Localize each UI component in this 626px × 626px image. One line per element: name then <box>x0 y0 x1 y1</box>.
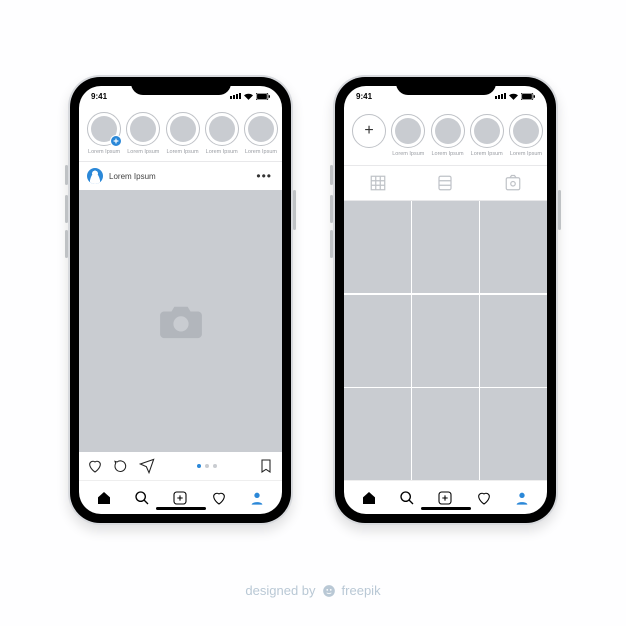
comment-icon[interactable] <box>113 458 129 474</box>
story-label: Lorem Ipsum <box>127 149 159 155</box>
story-item-self[interactable]: Lorem Ipsum <box>87 112 121 155</box>
signal-icon <box>495 93 506 99</box>
highlight-item[interactable]: Lorem Ipsum <box>391 114 425 157</box>
stories-row[interactable]: Lorem Ipsum Lorem Ipsum Lorem Ipsum Lore… <box>79 106 282 162</box>
highlight-label: Lorem Ipsum <box>471 151 503 157</box>
battery-icon <box>256 93 270 100</box>
device-notch <box>131 77 231 95</box>
grid-cell[interactable] <box>412 388 479 480</box>
bookmark-icon[interactable] <box>258 458 274 474</box>
add-story-badge[interactable] <box>110 135 122 147</box>
nav-add-icon[interactable] <box>437 490 453 506</box>
post-header: Lorem Ipsum ••• <box>79 162 282 190</box>
tab-feed-icon[interactable] <box>436 174 454 192</box>
story-item[interactable]: Lorem Ipsum <box>165 112 199 155</box>
post-author-avatar[interactable] <box>87 168 103 184</box>
tab-grid-icon[interactable] <box>369 174 387 192</box>
story-item[interactable]: Lorem Ipsum <box>244 112 278 155</box>
phone-profile: 9:41 + <box>333 75 558 525</box>
phone-feed: 9:41 <box>68 75 293 525</box>
nav-activity-icon[interactable] <box>476 490 492 506</box>
nav-home-icon[interactable] <box>96 490 112 506</box>
wifi-icon <box>244 93 253 100</box>
profile-tabs <box>344 166 547 201</box>
nav-add-icon[interactable] <box>172 490 188 506</box>
grid-cell[interactable] <box>344 201 411 293</box>
highlight-item[interactable]: Lorem Ipsum <box>509 114 543 157</box>
like-icon[interactable] <box>87 458 103 474</box>
battery-icon <box>521 93 535 100</box>
highlight-item[interactable]: Lorem Ipsum <box>470 114 504 157</box>
carousel-dots <box>165 464 248 468</box>
nav-home-icon[interactable] <box>361 490 377 506</box>
highlight-label: Lorem Ipsum <box>392 151 424 157</box>
credit-prefix: designed by <box>245 583 315 598</box>
post-author-name[interactable]: Lorem Ipsum <box>109 172 156 181</box>
share-icon[interactable] <box>139 458 155 474</box>
profile-grid <box>344 201 547 480</box>
post-more-button[interactable]: ••• <box>256 169 274 183</box>
story-label: Lorem Ipsum <box>166 149 198 155</box>
wifi-icon <box>509 93 518 100</box>
plus-icon: + <box>352 114 386 148</box>
credit-brand: freepik <box>342 583 381 598</box>
status-time: 9:41 <box>91 92 107 101</box>
grid-cell[interactable] <box>480 388 547 480</box>
camera-icon <box>158 302 204 340</box>
tab-tagged-icon[interactable] <box>504 174 522 192</box>
grid-cell[interactable] <box>344 295 411 387</box>
grid-cell[interactable] <box>480 295 547 387</box>
status-time: 9:41 <box>356 92 372 101</box>
grid-cell[interactable] <box>480 201 547 293</box>
nav-activity-icon[interactable] <box>211 490 227 506</box>
post-image[interactable] <box>79 190 282 452</box>
home-indicator[interactable] <box>156 507 206 510</box>
grid-cell[interactable] <box>412 201 479 293</box>
story-label: Lorem Ipsum <box>245 149 277 155</box>
device-notch <box>396 77 496 95</box>
nav-profile-icon[interactable] <box>514 490 530 506</box>
story-label: Lorem Ipsum <box>88 149 120 155</box>
nav-search-icon[interactable] <box>134 490 150 506</box>
signal-icon <box>230 93 241 99</box>
post-actions <box>79 452 282 480</box>
grid-cell[interactable] <box>344 388 411 480</box>
nav-profile-icon[interactable] <box>249 490 265 506</box>
highlight-label: Lorem Ipsum <box>510 151 542 157</box>
highlights-row[interactable]: + Lorem Ipsum Lorem Ipsum Lorem Ipsum <box>344 106 547 166</box>
grid-cell[interactable] <box>412 295 479 387</box>
attribution: designed by freepik <box>0 583 626 598</box>
home-indicator[interactable] <box>421 507 471 510</box>
nav-search-icon[interactable] <box>399 490 415 506</box>
highlight-label: Lorem Ipsum <box>431 151 463 157</box>
story-item[interactable]: Lorem Ipsum <box>205 112 239 155</box>
story-label: Lorem Ipsum <box>206 149 238 155</box>
highlight-item[interactable]: Lorem Ipsum <box>430 114 464 157</box>
freepik-logo-icon <box>322 584 336 598</box>
story-item[interactable]: Lorem Ipsum <box>126 112 160 155</box>
add-highlight[interactable]: + <box>352 114 386 157</box>
